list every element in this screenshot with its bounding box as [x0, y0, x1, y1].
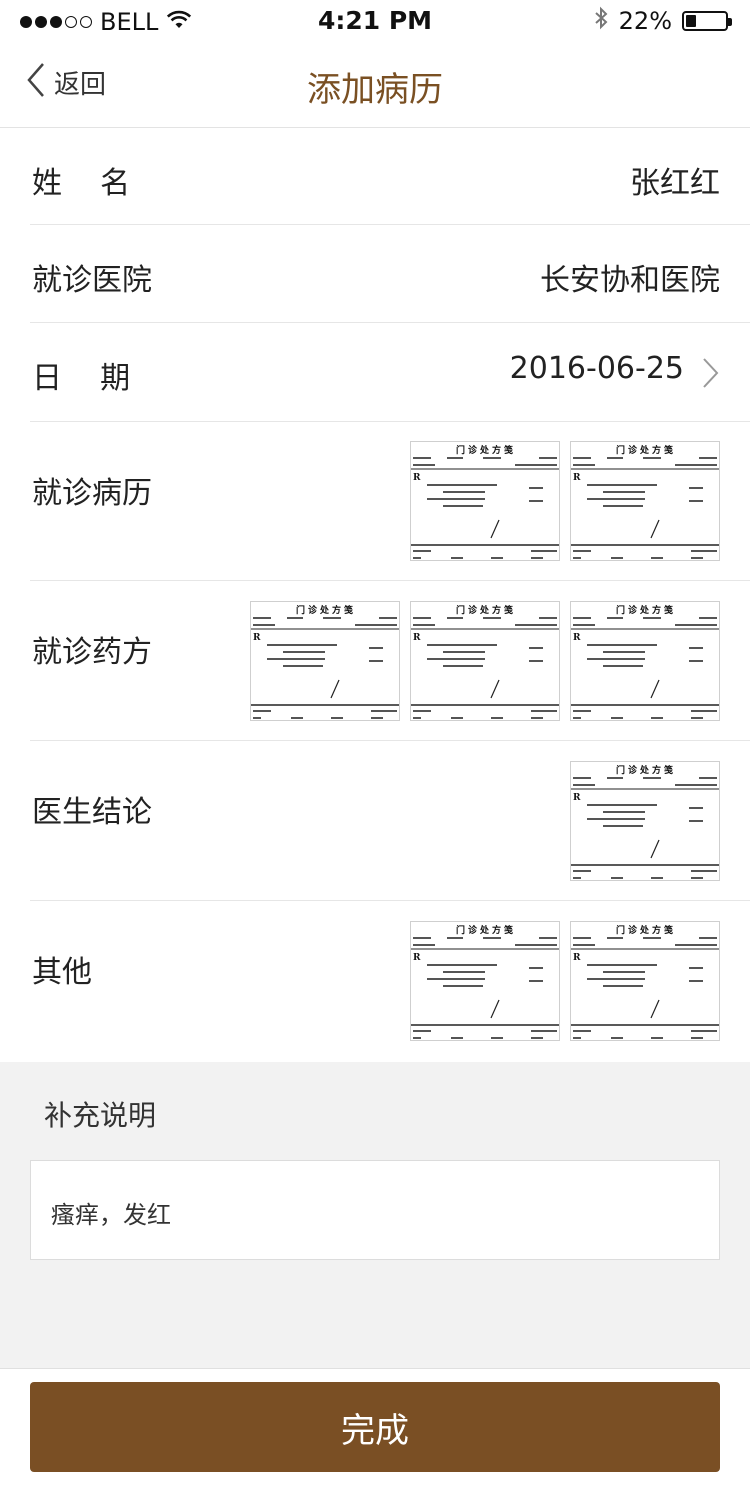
prescriptions-row: 就诊药方 门诊处方笺 R 门诊处方笺 R 门诊处方笺 R — [0, 581, 750, 741]
slip-title: 门诊处方笺 — [296, 604, 356, 616]
prescription-slip-image: 门诊处方笺 R — [571, 764, 719, 879]
done-button[interactable]: 完成 — [30, 1382, 720, 1472]
prescription-slip-image: 门诊处方笺 R — [571, 604, 719, 719]
svg-text:R: R — [253, 633, 261, 643]
prescription-slip-image: 门诊处方笺 R — [411, 924, 559, 1039]
navigation-bar: 返回 添加病历 — [0, 40, 750, 128]
conclusion-label: 医生结论 — [32, 795, 152, 830]
hospital-row: 就诊医院 长安协和医院 — [0, 225, 750, 323]
date-label: 日 期 — [32, 361, 131, 396]
conclusion-row: 医生结论 门诊处方笺 R — [0, 741, 750, 901]
slip-title: 门诊处方笺 — [456, 604, 516, 616]
slip-title: 门诊处方笺 — [616, 604, 676, 616]
battery-percent: 22% — [618, 7, 672, 35]
supplement-title: 补充说明 — [44, 1099, 157, 1132]
bottom-bar: 完成 — [0, 1368, 750, 1486]
svg-text:R: R — [413, 953, 421, 963]
slip-title: 门诊处方笺 — [616, 764, 676, 776]
slip-title: 门诊处方笺 — [616, 924, 676, 936]
prescription-thumbnail[interactable]: 门诊处方笺 R — [570, 441, 720, 561]
date-value: 2016-06-25 — [509, 351, 684, 386]
prescription-thumbnail[interactable]: 门诊处方笺 R — [410, 441, 560, 561]
prescriptions-label: 就诊药方 — [32, 635, 152, 670]
svg-text:R: R — [413, 633, 421, 643]
name-label: 姓 名 — [32, 166, 131, 201]
supplement-input[interactable]: 瘙痒，发红 — [30, 1160, 720, 1260]
name-row: 姓 名 张红红 — [0, 128, 750, 225]
svg-text:R: R — [573, 953, 581, 963]
prescription-thumbnail[interactable]: 门诊处方笺 R — [570, 921, 720, 1041]
battery-icon — [682, 11, 732, 31]
prescription-thumbnail[interactable]: 门诊处方笺 R — [410, 601, 560, 721]
other-thumbnails: 门诊处方笺 R 门诊处方笺 R — [410, 921, 720, 1041]
prescription-thumbnail[interactable]: 门诊处方笺 R — [570, 761, 720, 881]
svg-text:R: R — [573, 473, 581, 483]
prescriptions-thumbnails: 门诊处方笺 R 门诊处方笺 R 门诊处方笺 R — [250, 601, 720, 721]
records-thumbnails: 门诊处方笺 R 门诊处方笺 R — [410, 441, 720, 561]
svg-text:R: R — [573, 633, 581, 643]
svg-text:R: R — [573, 793, 581, 803]
slip-title: 门诊处方笺 — [456, 924, 516, 936]
slip-title: 门诊处方笺 — [616, 444, 676, 456]
chevron-right-icon — [702, 357, 720, 393]
svg-text:R: R — [413, 473, 421, 483]
hospital-label: 就诊医院 — [32, 263, 152, 298]
status-right: 22% — [593, 6, 732, 36]
records-row: 就诊病历 门诊处方笺 R 门诊处方笺 R — [0, 422, 750, 581]
other-label: 其他 — [32, 955, 92, 990]
prescription-thumbnail[interactable]: 门诊处方笺 R — [250, 601, 400, 721]
supplement-section: 补充说明 瘙痒，发红 — [0, 1062, 750, 1368]
page-title: 添加病历 — [307, 70, 443, 110]
name-value[interactable]: 张红红 — [630, 158, 720, 202]
status-bar: BELL 4:21 PM 22% — [0, 0, 750, 40]
prescription-slip-image: 门诊处方笺 R — [411, 444, 559, 559]
bluetooth-icon — [593, 6, 609, 36]
prescription-slip-image: 门诊处方笺 R — [251, 604, 399, 719]
conclusion-thumbnails: 门诊处方笺 R — [570, 761, 720, 881]
slip-title: 门诊处方笺 — [456, 444, 516, 456]
prescription-thumbnail[interactable]: 门诊处方笺 R — [570, 601, 720, 721]
date-row[interactable]: 日 期 2016-06-25 — [0, 323, 750, 422]
prescription-slip-image: 门诊处方笺 R — [411, 604, 559, 719]
records-label: 就诊病历 — [32, 476, 152, 511]
other-row: 其他 门诊处方笺 R 门诊处方笺 R — [0, 901, 750, 1062]
hospital-value[interactable]: 长安协和医院 — [540, 255, 720, 299]
prescription-thumbnail[interactable]: 门诊处方笺 R — [410, 921, 560, 1041]
prescription-slip-image: 门诊处方笺 R — [571, 444, 719, 559]
prescription-slip-image: 门诊处方笺 R — [571, 924, 719, 1039]
